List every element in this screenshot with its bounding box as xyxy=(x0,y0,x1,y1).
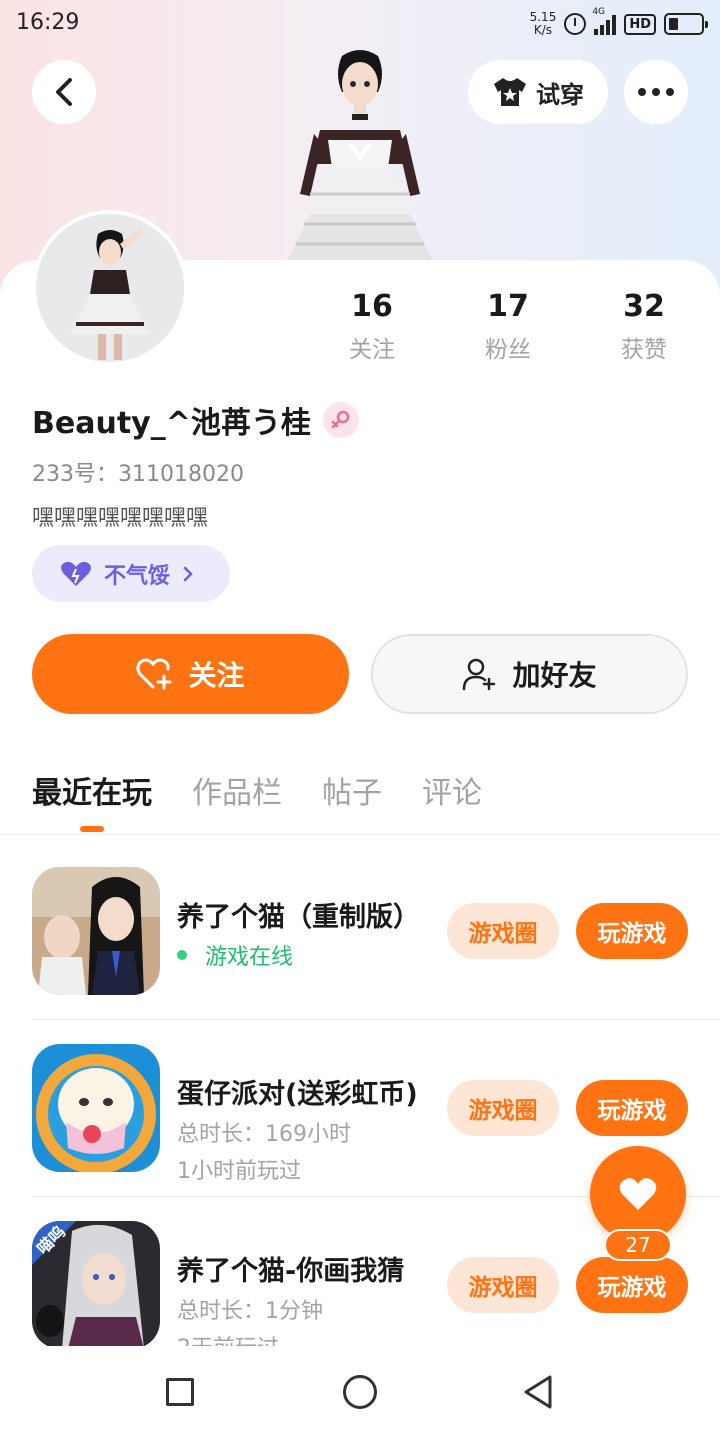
add-friend-button[interactable]: 加好友 xyxy=(371,634,688,714)
user-bio: 嘿嘿嘿嘿嘿嘿嘿嘿 xyxy=(32,506,209,531)
network-type: 4G xyxy=(592,7,606,17)
recents-button[interactable] xyxy=(166,1378,194,1406)
play-game-button[interactable]: 玩游戏 xyxy=(576,1257,688,1313)
tab-posts[interactable]: 帖子 xyxy=(322,768,382,818)
tab-recently-played[interactable]: 最近在玩 xyxy=(32,768,152,818)
game-circle-button[interactable]: 游戏圈 xyxy=(447,1080,559,1136)
hd-badge: HD xyxy=(624,13,656,35)
game-title: 养了个猫-你画我猜 xyxy=(177,1256,405,1287)
row-divider xyxy=(32,1019,720,1020)
game-circle-button[interactable]: 游戏圈 xyxy=(447,903,559,959)
tabs-divider xyxy=(0,834,720,835)
more-icon xyxy=(638,88,674,96)
back-icon xyxy=(56,78,72,106)
active-tab-indicator xyxy=(80,826,104,832)
stat-following[interactable]: 16 关注 xyxy=(304,288,440,364)
game-item[interactable]: 蛋仔派对(送彩虹币) 总时长：169小时 1小时前玩过 游戏圈 玩游戏 xyxy=(32,1044,688,1184)
add-friend-label: 加好友 xyxy=(512,659,597,692)
game-thumbnail xyxy=(32,867,160,995)
stat-followers[interactable]: 17 粉丝 xyxy=(440,288,576,364)
game-title: 养了个猫（重制版） xyxy=(177,902,420,933)
try-on-label: 试穿 xyxy=(536,80,584,109)
follow-button[interactable]: 关注 xyxy=(32,634,349,714)
like-button[interactable] xyxy=(590,1146,686,1242)
profile-tabs: 最近在玩 作品栏 帖子 评论 xyxy=(32,768,482,818)
avatar-figure xyxy=(288,50,432,260)
game-circle-button[interactable]: 游戏圈 xyxy=(447,1257,559,1313)
game-last-played: 1小时前玩过 xyxy=(177,1159,301,1184)
game-duration: 总时长：169小时 xyxy=(177,1122,351,1147)
user-id: 233号：311018020 xyxy=(32,462,244,487)
stat-likes[interactable]: 32 获赞 xyxy=(576,288,712,364)
game-thumbnail xyxy=(32,1044,160,1172)
game-title: 蛋仔派对(送彩虹币) xyxy=(177,1079,418,1110)
username: Beauty_^池苒う桂 xyxy=(32,406,311,441)
game-item[interactable]: 养了个猫（重制版） 游戏在线 游戏圈 玩游戏 xyxy=(32,867,688,995)
like-count-badge: 27 xyxy=(604,1229,672,1261)
username-row: Beauty_^池苒う桂 xyxy=(32,398,359,442)
avatar-image xyxy=(36,214,184,362)
battery-icon xyxy=(664,13,708,35)
tag-label: 不气馁 xyxy=(104,563,171,589)
tab-works[interactable]: 作品栏 xyxy=(192,768,282,818)
play-game-button[interactable]: 玩游戏 xyxy=(576,903,688,959)
game-online-status: 游戏在线 xyxy=(177,939,293,971)
profile-page: 16:29 5.15 K/s 4G HD 试穿 16 关注 17 粉丝 32 获… xyxy=(0,0,720,1440)
heart-icon xyxy=(61,561,91,586)
play-game-button[interactable]: 玩游戏 xyxy=(576,1080,688,1136)
back-button[interactable] xyxy=(32,60,96,124)
follow-label: 关注 xyxy=(188,659,245,692)
title-tag[interactable]: 不气馁 xyxy=(32,545,230,602)
profile-stats: 16 关注 17 粉丝 32 获赞 xyxy=(304,288,712,364)
game-duration: 总时长：1分钟 xyxy=(177,1299,323,1324)
female-icon xyxy=(322,402,359,438)
online-dot-icon xyxy=(177,950,187,960)
network-speed: 5.15 K/s xyxy=(529,10,557,37)
tab-comments[interactable]: 评论 xyxy=(422,768,482,818)
alarm-icon xyxy=(564,13,587,35)
shirt-icon xyxy=(494,78,526,106)
heart-icon xyxy=(619,1178,657,1210)
avatar[interactable] xyxy=(32,210,188,366)
home-button[interactable] xyxy=(343,1375,377,1409)
add-user-icon xyxy=(463,658,496,691)
system-navigation-bar xyxy=(0,1346,720,1440)
status-icons: 5.15 K/s 4G HD xyxy=(529,7,708,40)
signal-icon: 4G xyxy=(592,7,617,35)
game-item[interactable]: 喵呜 养了个猫-你画我猜 总时长：1分钟 2天前玩过 游戏圈 玩游戏 xyxy=(32,1221,688,1361)
status-bar: 16:29 5.15 K/s 4G HD xyxy=(0,0,720,48)
try-on-button[interactable]: 试穿 xyxy=(468,60,608,124)
back-triangle-icon[interactable] xyxy=(522,1374,554,1410)
game-thumbnail: 喵呜 xyxy=(32,1221,160,1349)
status-time: 16:29 xyxy=(16,10,80,35)
more-button[interactable] xyxy=(624,60,688,124)
chevron-right-icon xyxy=(183,566,193,581)
heart-plus-icon xyxy=(136,658,172,690)
